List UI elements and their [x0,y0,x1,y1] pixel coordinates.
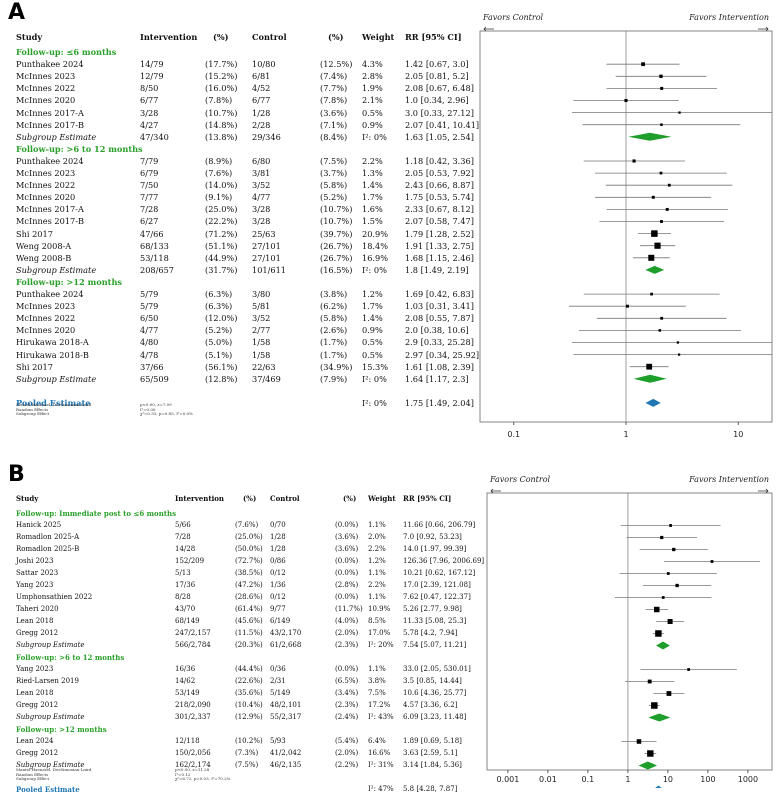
forest-plot-panel-b: B Study Intervention (%) Control (%) Weight RR… [0,462,782,793]
subgroup-diamond [656,641,670,650]
favors-control-label: Favors Control [489,475,551,484]
forest-plot: Favors Control Favors Intervention 0.001 0.… [486,475,773,788]
point-estimate-marker [687,668,691,671]
point-estimate-marker [624,98,628,103]
arrow-right-icon [758,26,769,32]
point-estimate-marker [651,230,658,237]
favors-intervention-label: Favors Intervention [688,13,769,22]
point-estimate-marker [661,596,665,599]
pooled-diamond [645,398,661,407]
point-estimate-marker [676,341,680,344]
x-tick-label: 10 [663,775,673,784]
x-tick-label: 1 [623,430,628,439]
point-estimate-marker [660,86,664,90]
x-tick-label: 100 [700,775,715,784]
plot-frame [486,492,773,771]
favors-intervention-label: Favors Intervention [688,475,769,484]
x-tick-label: 0.01 [539,775,557,784]
forest-plot-panel-a: A Study Intervention (%) Control (%) Weight RR… [0,0,782,440]
subgroup-diamond [648,713,671,722]
point-estimate-marker [667,618,673,625]
x-tick-label: 0.1 [507,430,520,439]
point-estimate-marker [669,524,672,527]
point-estimate-marker [660,220,663,223]
x-tick-label: 10 [733,430,743,439]
forest-plot: Favors Control Favors Intervention 0.1 1 10 [479,13,773,439]
point-estimate-marker [647,750,654,757]
subgroup-diamond [638,761,658,770]
point-estimate-marker [677,353,681,356]
point-estimate-marker [651,702,658,709]
x-tick-label: 1 [625,775,630,784]
point-estimate-marker [651,195,655,199]
point-estimate-marker [648,254,655,261]
point-estimate-marker [632,159,636,163]
arrow-left-icon [490,488,501,494]
point-estimate-marker [666,572,670,575]
point-estimate-marker [636,739,642,744]
arrow-right-icon [758,488,769,494]
point-estimate-marker [665,207,669,211]
subgroup-diamond [633,374,667,383]
x-tick-label: 0.001 [496,775,519,784]
point-estimate-marker [641,62,645,67]
point-estimate-marker [675,583,679,588]
point-estimate-marker [660,316,664,320]
point-estimate-marker [658,329,662,332]
point-estimate-marker [660,535,664,540]
point-estimate-marker [666,691,672,696]
point-estimate-marker [672,547,676,552]
point-estimate-marker [625,304,629,308]
subgroup-diamond [628,132,672,141]
pooled-diamond [655,785,662,788]
point-estimate-marker [646,363,653,370]
point-estimate-marker [647,679,652,684]
point-estimate-marker [650,292,653,296]
favors-control-label: Favors Control [482,13,544,22]
subgroup-diamond [645,265,665,274]
point-estimate-marker [654,606,660,613]
x-tick-label: 0.1 [582,775,595,784]
point-estimate-marker [678,111,681,114]
point-estimate-marker [660,123,663,126]
point-estimate-marker [654,242,661,249]
point-estimate-marker [659,74,663,78]
point-estimate-marker [655,630,662,637]
point-estimate-marker [667,183,671,187]
point-estimate-marker [659,171,663,175]
x-tick-label: 1000 [738,775,758,784]
arrow-left-icon [483,26,494,32]
point-estimate-marker [710,560,714,563]
